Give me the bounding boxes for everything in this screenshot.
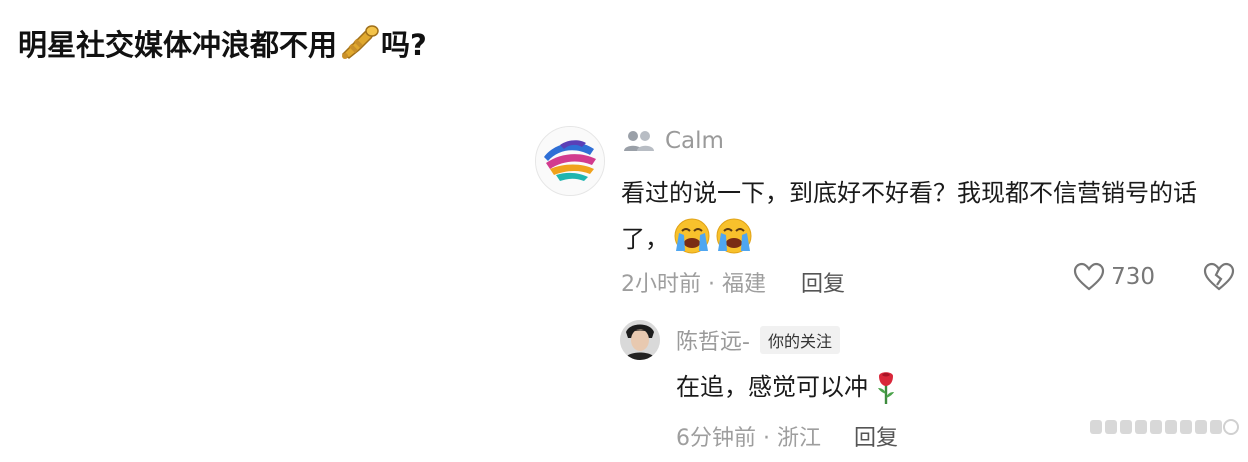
loudly-crying-face-icon — [674, 218, 710, 254]
reply-location: 浙江 — [777, 426, 822, 451]
comment-actions: 730 — [1073, 262, 1235, 292]
comment-meta: 2小时前 · 福建 回复 — [621, 266, 845, 298]
meta-separator: · — [763, 426, 770, 451]
person-avatar-image — [620, 320, 660, 360]
paint-swirl-avatar-image — [536, 127, 604, 195]
meta-separator: · — [708, 272, 715, 297]
reply-text: 在追，感觉可以冲 — [676, 373, 868, 401]
headline-text-before: 明星社交媒体冲浪都不用 — [18, 28, 338, 62]
loudly-crying-face-icon — [716, 218, 752, 254]
reply-username[interactable]: 陈哲远- — [676, 324, 750, 356]
post-headline: 明星社交媒体冲浪都不用 吗? — [18, 22, 427, 64]
broken-heart-icon[interactable] — [1203, 262, 1235, 292]
following-badge: 你的关注 — [759, 326, 840, 354]
reply-time: 6分钟前 — [676, 426, 756, 451]
reply-button[interactable]: 回复 — [854, 426, 898, 451]
avatar[interactable] — [620, 320, 660, 360]
comment-username[interactable]: Calm — [665, 128, 724, 154]
rose-icon — [878, 372, 894, 404]
reply-header: 陈哲远- 你的关注 — [676, 324, 840, 356]
comment-location: 福建 — [722, 272, 767, 297]
comment-header: Calm — [623, 128, 724, 154]
like-count: 730 — [1111, 264, 1155, 290]
comment-body: 看过的说一下，到底好不好看？我现都不信营销号的话了， — [621, 170, 1231, 262]
reply-body: 在追，感觉可以冲 — [676, 368, 900, 406]
reply-meta: 6分钟前 · 浙江 回复 — [676, 420, 898, 452]
trumpet-icon — [341, 25, 379, 59]
comment-time: 2小时前 — [621, 272, 701, 297]
avatar[interactable] — [535, 126, 605, 196]
heart-icon[interactable] — [1073, 262, 1105, 292]
headline-text-after: 吗? — [381, 28, 427, 62]
reply-button[interactable]: 回复 — [801, 272, 845, 297]
users-icon — [624, 131, 654, 151]
screenshot-page: 明星社交媒体冲浪都不用 吗? Calm 看过的说一下，到底好不好看？我现都不信营… — [0, 0, 1248, 462]
watermark-dots — [1090, 419, 1239, 435]
